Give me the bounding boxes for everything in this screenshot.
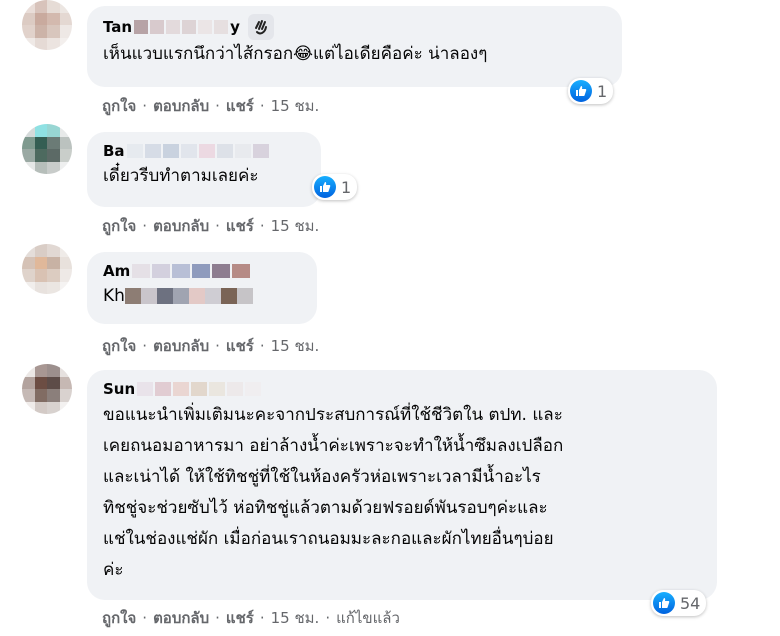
avatar[interactable]: [22, 364, 72, 414]
like-link[interactable]: ถูกใจ: [102, 606, 136, 630]
share-link[interactable]: แชร์: [226, 214, 254, 238]
timestamp[interactable]: 15 ชม.: [271, 606, 320, 630]
timestamp[interactable]: 15 ชม.: [271, 214, 320, 238]
edited-label[interactable]: แก้ไขแล้ว: [336, 606, 400, 630]
comment-actions: ถูกใจ · ตอบกลับ · แชร์ · 15 ชม.: [102, 334, 319, 358]
reply-link[interactable]: ตอบกลับ: [153, 214, 209, 238]
like-link[interactable]: ถูกใจ: [102, 334, 136, 358]
like-link[interactable]: ถูกใจ: [102, 214, 136, 238]
avatar[interactable]: [22, 244, 72, 294]
reaction-count[interactable]: 54: [651, 590, 707, 616]
comment-text: ขอแนะนำเพิ่มเติมนะคะจากประสบการณ์ที่ใช้ช…: [103, 405, 564, 580]
reply-link[interactable]: ตอบกลับ: [153, 606, 209, 630]
like-icon: [314, 176, 336, 198]
timestamp[interactable]: 15 ชม.: [271, 94, 320, 118]
avatar[interactable]: [22, 124, 72, 174]
comment-text: เห็นแวบแรกนึกว่าไส้กรอก😂แต่ไอเดียคือค่ะ …: [103, 44, 488, 64]
comment-text: Kh: [103, 282, 301, 310]
comment-actions: ถูกใจ · ตอบกลับ · แชร์ · 15 ชม.: [102, 214, 319, 238]
comment-author[interactable]: Tan y: [103, 14, 606, 40]
like-link[interactable]: ถูกใจ: [102, 94, 136, 118]
waving-hand-icon: [247, 14, 274, 40]
comment-bubble: Ba เดี๋ยวรีบทำตามเลยค่ะ: [87, 132, 321, 207]
rofl-emoji-icon: 😂: [293, 44, 314, 64]
reaction-count[interactable]: 1: [568, 78, 614, 104]
comment-bubble: Am Kh: [87, 252, 317, 324]
reaction-count[interactable]: 1: [312, 174, 358, 200]
share-link[interactable]: แชร์: [226, 606, 254, 630]
comment-bubble: Tan y เห็นแวบแรกนึกว่าไส้กรอก😂แต่ไอเดียค…: [87, 6, 622, 87]
like-icon: [653, 592, 675, 614]
share-link[interactable]: แชร์: [226, 334, 254, 358]
comment-actions: ถูกใจ · ตอบกลับ · แชร์ · 15 ชม. · แก้ไขแ…: [102, 606, 400, 630]
comment-bubble: Sun ขอแนะนำเพิ่มเติมนะคะจากประสบการณ์ที่…: [87, 370, 717, 600]
share-link[interactable]: แชร์: [226, 94, 254, 118]
comment-text: เดี๋ยวรีบทำตามเลยค่ะ: [103, 166, 259, 186]
reply-link[interactable]: ตอบกลับ: [153, 334, 209, 358]
comment-author[interactable]: Am: [103, 260, 301, 282]
timestamp[interactable]: 15 ชม.: [271, 334, 320, 358]
comment-author[interactable]: Sun: [103, 378, 701, 400]
comment-author[interactable]: Ba: [103, 140, 305, 162]
reply-link[interactable]: ตอบกลับ: [153, 94, 209, 118]
comment-actions: ถูกใจ · ตอบกลับ · แชร์ · 15 ชม.: [102, 94, 319, 118]
like-icon: [570, 80, 592, 102]
avatar[interactable]: [22, 0, 72, 50]
